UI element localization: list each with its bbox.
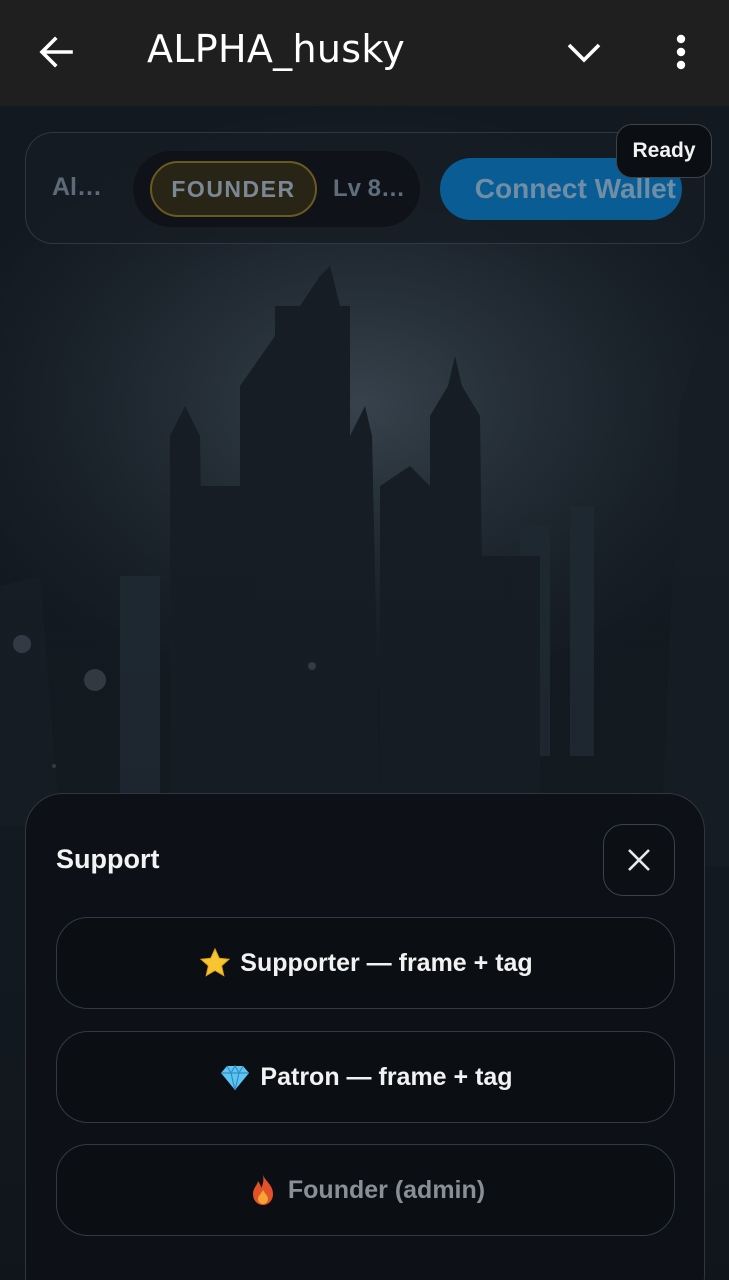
back-button[interactable] bbox=[26, 22, 86, 82]
expand-button[interactable] bbox=[554, 22, 614, 82]
player-name: Al… bbox=[52, 173, 102, 201]
more-vert-icon bbox=[676, 34, 686, 70]
supporter-option-label: Supporter — frame + tag bbox=[240, 948, 533, 977]
supporter-option-button[interactable]: Supporter — frame + tag bbox=[56, 917, 675, 1009]
level-label: Lv 8… bbox=[333, 175, 406, 202]
support-sheet: Support Supporter — frame + tag Patron —… bbox=[25, 793, 705, 1280]
back-arrow-icon bbox=[39, 36, 73, 68]
founder-option-label: Founder (admin) bbox=[287, 1175, 486, 1204]
page-title: ALPHA_husky bbox=[147, 27, 406, 71]
app-bar: ALPHA_husky bbox=[0, 0, 729, 106]
player-hud: Al… FOUNDER Lv 8… Connect Wallet bbox=[25, 132, 705, 244]
close-icon bbox=[628, 849, 650, 871]
more-options-button[interactable] bbox=[651, 22, 711, 82]
patron-option-label: Patron — frame + tag bbox=[260, 1062, 513, 1091]
founder-option-button[interactable]: Founder (admin) bbox=[56, 1144, 675, 1236]
close-button[interactable] bbox=[603, 824, 675, 896]
star-icon bbox=[198, 946, 232, 980]
gem-icon bbox=[218, 1060, 252, 1094]
patron-option-button[interactable]: Patron — frame + tag bbox=[56, 1031, 675, 1123]
rank-group: FOUNDER Lv 8… bbox=[133, 151, 420, 227]
founder-badge: FOUNDER bbox=[150, 161, 317, 217]
sheet-title: Support bbox=[56, 844, 160, 874]
chevron-down-icon bbox=[567, 43, 601, 63]
fire-icon bbox=[246, 1173, 280, 1207]
status-badge: Ready bbox=[616, 124, 712, 178]
